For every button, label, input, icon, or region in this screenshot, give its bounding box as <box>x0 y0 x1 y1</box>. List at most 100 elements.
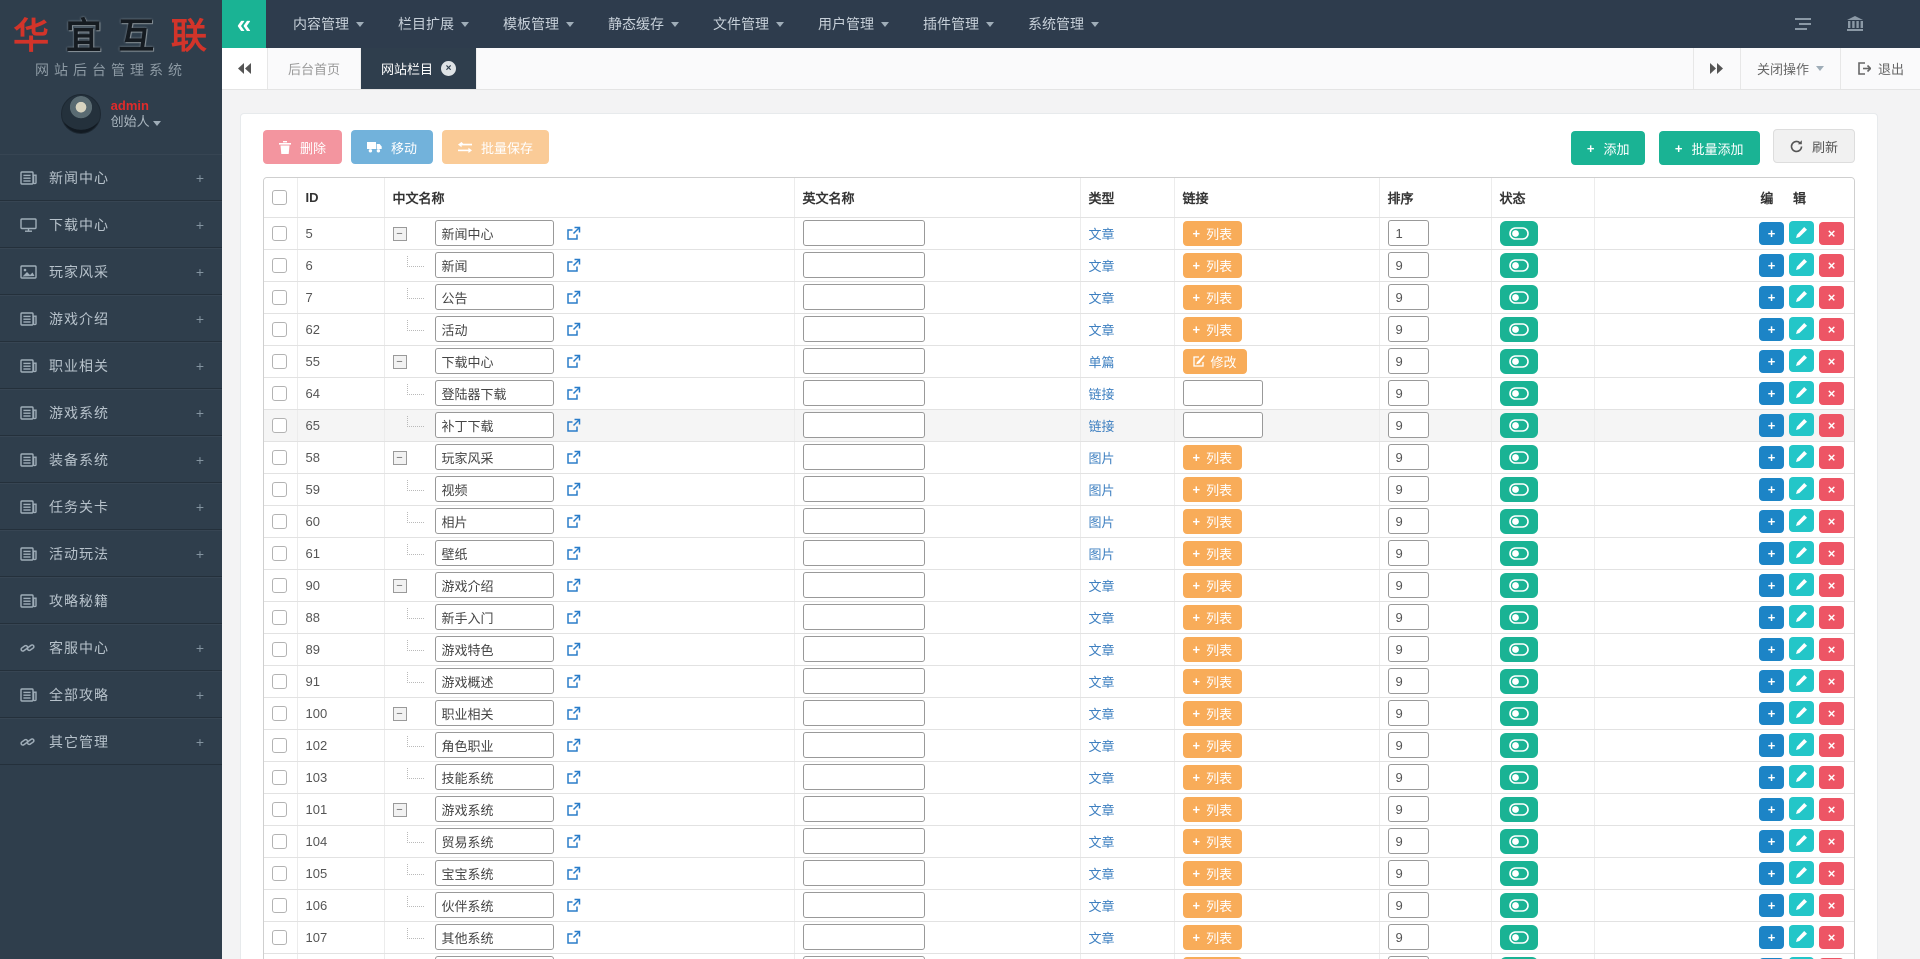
sort-input[interactable] <box>1387 348 1429 374</box>
en-name-input[interactable] <box>802 220 925 246</box>
status-toggle-button[interactable] <box>1499 604 1538 630</box>
tab[interactable]: 网站栏目 × <box>361 48 478 89</box>
cn-name-input[interactable] <box>434 476 554 502</box>
sidebar-item[interactable]: 装备系统 + <box>0 436 222 483</box>
row-checkbox[interactable] <box>272 834 287 850</box>
sort-input[interactable] <box>1387 796 1429 822</box>
external-link-icon[interactable] <box>566 898 581 913</box>
type-link[interactable]: 文章 <box>1089 643 1115 658</box>
row-add-button[interactable]: + <box>1759 830 1784 853</box>
row-edit-button[interactable] <box>1789 669 1814 692</box>
sidebar-item[interactable]: 游戏介绍 + <box>0 295 222 342</box>
row-edit-button[interactable] <box>1789 573 1814 596</box>
status-toggle-button[interactable] <box>1499 540 1538 566</box>
cn-name-input[interactable] <box>434 284 554 310</box>
row-edit-button[interactable] <box>1789 285 1814 308</box>
status-toggle-button[interactable] <box>1499 476 1538 502</box>
row-delete-button[interactable]: × <box>1819 670 1844 693</box>
external-link-icon[interactable] <box>566 482 581 497</box>
row-delete-button[interactable]: × <box>1819 254 1844 277</box>
row-edit-button[interactable] <box>1789 477 1814 500</box>
row-edit-button[interactable] <box>1789 637 1814 660</box>
external-link-icon[interactable] <box>566 610 581 625</box>
collapse-minus-icon[interactable]: − <box>392 803 407 817</box>
cn-name-input[interactable] <box>434 508 554 534</box>
external-link-icon[interactable] <box>566 418 581 433</box>
status-toggle-button[interactable] <box>1499 252 1538 278</box>
avatar[interactable] <box>60 94 101 134</box>
row-delete-button[interactable]: × <box>1819 894 1844 917</box>
status-toggle-button[interactable] <box>1499 380 1538 406</box>
close-icon[interactable]: × <box>441 61 457 76</box>
row-checkbox[interactable] <box>272 546 287 562</box>
row-checkbox[interactable] <box>272 258 287 274</box>
navbar-menu-item[interactable]: 系统管理 <box>1013 0 1114 48</box>
sidebar-item[interactable]: 其它管理 + <box>0 718 222 765</box>
sort-input[interactable] <box>1387 892 1429 918</box>
add-button[interactable]: + 添加 <box>1570 131 1646 165</box>
external-link-icon[interactable] <box>566 770 581 785</box>
row-delete-button[interactable]: × <box>1819 638 1844 661</box>
link-list-button[interactable]: +列表 <box>1182 892 1243 918</box>
status-toggle-button[interactable] <box>1499 828 1538 854</box>
refresh-button[interactable]: 刷新 <box>1772 129 1855 163</box>
sidebar-item[interactable]: 攻略秘籍 <box>0 577 222 624</box>
row-delete-button[interactable]: × <box>1819 734 1844 757</box>
cn-name-input[interactable] <box>434 252 554 278</box>
external-link-icon[interactable] <box>566 578 581 593</box>
type-link[interactable]: 图片 <box>1089 547 1115 562</box>
type-link[interactable]: 文章 <box>1089 611 1115 626</box>
row-add-button[interactable]: + <box>1759 798 1784 821</box>
navbar-menu-item[interactable]: 栏目扩展 <box>383 0 484 48</box>
sort-input[interactable] <box>1387 732 1429 758</box>
external-link-icon[interactable] <box>566 642 581 657</box>
tab[interactable]: 后台首页 <box>268 48 362 89</box>
list-icon[interactable] <box>1794 16 1812 32</box>
link-url-input[interactable] <box>1182 412 1263 438</box>
external-link-icon[interactable] <box>566 290 581 305</box>
link-list-button[interactable]: +列表 <box>1182 924 1243 950</box>
external-link-icon[interactable] <box>566 386 581 401</box>
row-add-button[interactable]: + <box>1759 670 1784 693</box>
navbar-menu-item[interactable]: 内容管理 <box>278 0 379 48</box>
status-toggle-button[interactable] <box>1499 444 1538 470</box>
status-toggle-button[interactable] <box>1499 572 1538 598</box>
link-list-button[interactable]: +列表 <box>1182 284 1243 310</box>
row-delete-button[interactable]: × <box>1819 766 1844 789</box>
sort-input[interactable] <box>1387 860 1429 886</box>
type-link[interactable]: 单篇 <box>1089 355 1115 370</box>
en-name-input[interactable] <box>802 348 925 374</box>
link-list-button[interactable]: +列表 <box>1182 476 1243 502</box>
external-link-icon[interactable] <box>566 354 581 369</box>
en-name-input[interactable] <box>802 572 925 598</box>
status-toggle-button[interactable] <box>1499 892 1538 918</box>
type-link[interactable]: 文章 <box>1089 835 1115 850</box>
row-edit-button[interactable] <box>1789 349 1814 372</box>
row-edit-button[interactable] <box>1789 765 1814 788</box>
cn-name-input[interactable] <box>434 412 554 438</box>
en-name-input[interactable] <box>802 732 925 758</box>
cn-name-input[interactable] <box>434 604 554 630</box>
row-edit-button[interactable] <box>1789 925 1814 948</box>
row-checkbox[interactable] <box>272 738 287 754</box>
type-link[interactable]: 文章 <box>1089 579 1115 594</box>
status-toggle-button[interactable] <box>1499 284 1538 310</box>
type-link[interactable]: 链接 <box>1089 387 1115 402</box>
external-link-icon[interactable] <box>566 514 581 529</box>
move-button[interactable]: 移动 <box>351 130 434 164</box>
cn-name-input[interactable] <box>434 540 554 566</box>
row-delete-button[interactable]: × <box>1819 382 1844 405</box>
en-name-input[interactable] <box>802 284 925 310</box>
sort-input[interactable] <box>1387 316 1429 342</box>
link-list-button[interactable]: +列表 <box>1182 700 1243 726</box>
navbar-menu-item[interactable]: 文件管理 <box>698 0 799 48</box>
row-checkbox[interactable] <box>272 482 287 498</box>
link-list-button[interactable]: +列表 <box>1182 828 1243 854</box>
row-add-button[interactable]: + <box>1759 894 1784 917</box>
cn-name-input[interactable] <box>434 668 554 694</box>
en-name-input[interactable] <box>802 508 925 534</box>
external-link-icon[interactable] <box>566 802 581 817</box>
status-toggle-button[interactable] <box>1499 348 1538 374</box>
link-list-button[interactable]: +列表 <box>1182 572 1243 598</box>
row-add-button[interactable]: + <box>1759 350 1784 373</box>
